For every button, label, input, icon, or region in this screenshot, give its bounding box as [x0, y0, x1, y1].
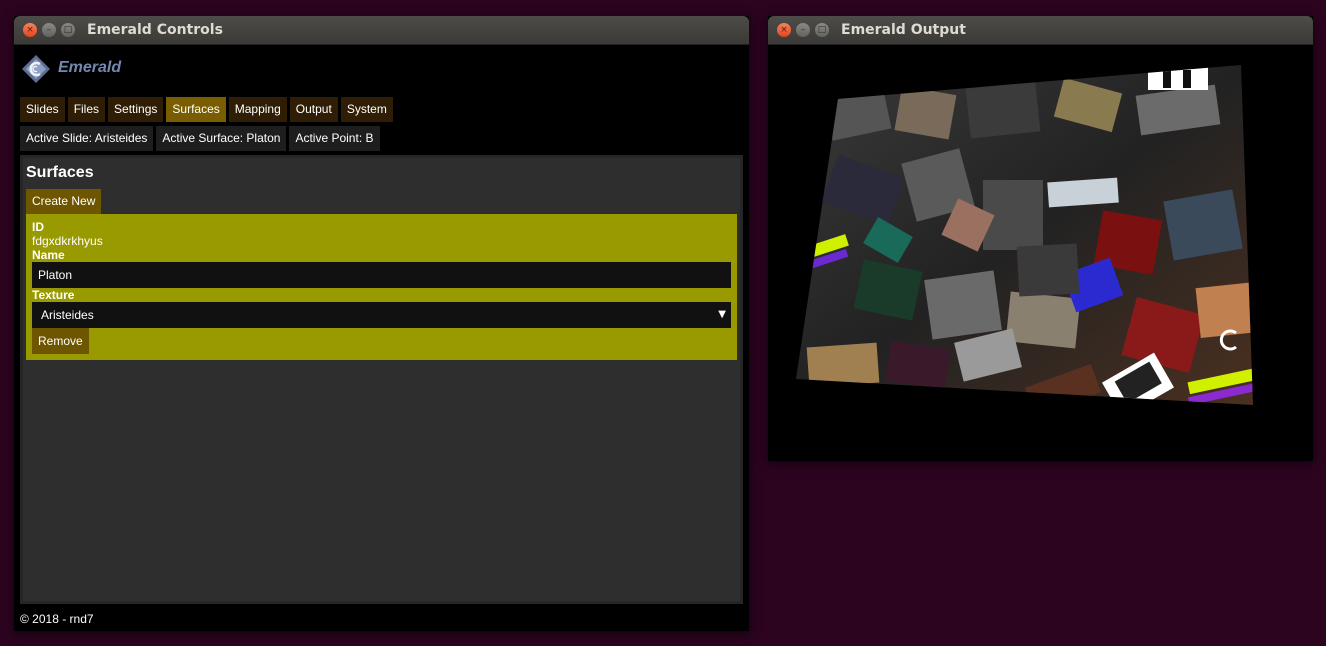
id-label: ID — [32, 220, 44, 234]
chevron-down-icon: ▼ — [718, 309, 726, 320]
logo-text: Emerald — [58, 59, 122, 76]
mapped-surface-render — [796, 65, 1253, 405]
create-new-button[interactable]: Create New — [26, 189, 102, 214]
tab-files[interactable]: Files — [67, 97, 106, 122]
surface-item: ID fdgxdkrkhyus Name Texture Aristeides … — [26, 214, 737, 360]
maximize-icon[interactable]: □ — [815, 23, 829, 37]
remove-button[interactable]: Remove — [32, 328, 89, 354]
controls-titlebar[interactable]: × – □ Emerald Controls — [14, 16, 749, 45]
texture-label: Texture — [32, 288, 75, 302]
active-point-status: Active Point: B — [289, 126, 380, 151]
tab-mapping[interactable]: Mapping — [228, 97, 287, 122]
active-slide-status: Active Slide: Aristeides — [20, 126, 154, 151]
surfaces-panel: Surfaces Create New ID fdgxdkrkhyus Name… — [20, 155, 743, 604]
close-icon[interactable]: × — [23, 23, 37, 37]
tab-settings[interactable]: Settings — [108, 97, 164, 122]
id-value: fdgxdkrkhyus — [32, 234, 103, 248]
emerald-logo-icon — [22, 55, 50, 83]
name-input[interactable] — [32, 262, 731, 288]
tab-system[interactable]: System — [340, 97, 393, 122]
output-window: × – □ Emerald Output — [768, 16, 1313, 461]
footer-copyright: © 2018 - rnd7 — [20, 612, 94, 626]
texture-selected-value: Aristeides — [41, 308, 94, 322]
output-canvas — [768, 45, 1313, 461]
tab-output[interactable]: Output — [289, 97, 338, 122]
tab-slides[interactable]: Slides — [20, 97, 65, 122]
controls-window: × – □ Emerald Controls Emerald Slides Fi… — [14, 16, 749, 631]
tab-surfaces[interactable]: Surfaces — [166, 97, 226, 122]
name-label: Name — [32, 248, 65, 262]
window-title: Emerald Controls — [87, 22, 223, 38]
status-bar: Active Slide: Aristeides Active Surface:… — [20, 126, 380, 151]
maximize-icon[interactable]: □ — [61, 23, 75, 37]
active-surface-status: Active Surface: Platon — [156, 126, 287, 151]
close-icon[interactable]: × — [777, 23, 791, 37]
texture-select[interactable]: Aristeides ▼ — [32, 302, 731, 328]
minimize-icon[interactable]: – — [796, 23, 810, 37]
main-nav: Slides Files Settings Surfaces Mapping O… — [20, 97, 393, 122]
output-titlebar[interactable]: × – □ Emerald Output — [768, 16, 1313, 45]
minimize-icon[interactable]: – — [42, 23, 56, 37]
page-title: Surfaces — [26, 164, 94, 181]
window-title: Emerald Output — [841, 22, 966, 38]
